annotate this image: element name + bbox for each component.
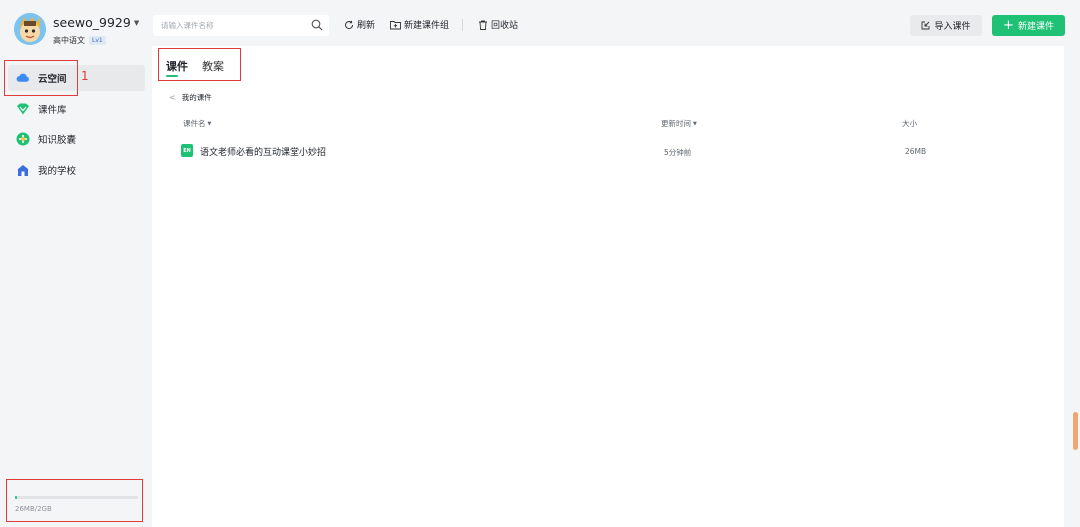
refresh-label: 刷新 [357,21,376,31]
avatar[interactable] [14,13,46,45]
new-courseware-button[interactable]: + 新建课件 [992,15,1065,36]
recycle-label: 回收站 [491,21,519,31]
user-subject: 高中语文 Lv1 [53,35,106,46]
sort-down-icon[interactable]: ▼ [693,121,697,127]
tab-lesson-plan[interactable]: 教案 [202,58,224,74]
knowledge-capsule-icon [16,132,30,146]
chevron-left-icon[interactable]: < [169,93,176,102]
sidebar-item-cloud-space[interactable]: 云空间 [8,65,145,91]
import-label: 导入课件 [934,22,971,32]
file-name[interactable]: 语文老师必看的互动课堂小妙招 [200,145,326,158]
sidebar-item-courseware-library[interactable]: 课件库 [8,96,145,122]
search-icon[interactable] [311,19,323,31]
import-courseware-button[interactable]: 导入课件 [910,15,982,36]
user-profile[interactable]: seewo_9929 ▼ 高中语文 Lv1 [14,13,150,49]
sidebar-nav: 云空间 课件库 知识胶囊 我的学校 [8,65,145,187]
new-courseware-group-button[interactable]: 新建课件组 [390,18,449,31]
sidebar-item-knowledge-capsule[interactable]: 知识胶囊 [8,126,145,152]
sidebar: seewo_9929▼ 高中语文Lv1 云空间 课件库 知识胶囊 我的学校 [0,0,152,527]
level-badge: Lv1 [89,36,106,45]
sidebar-item-label: 知识胶囊 [38,135,77,146]
username[interactable]: seewo_9929 ▼ [53,15,139,30]
sidebar-item-my-school[interactable]: 我的学校 [8,157,145,183]
plus-icon: + [1003,18,1014,33]
table-row[interactable]: EN 语文老师必看的互动课堂小妙招 5分钟前 26MB [152,141,1064,161]
search-input[interactable] [153,15,303,36]
storage-text: 26MB/2GB [15,505,52,513]
sort-down-icon[interactable]: ▼ [208,121,212,127]
search-box [153,15,329,36]
new-group-label: 新建课件组 [404,21,450,31]
chevron-down-icon[interactable]: ▼ [134,19,139,27]
updated-time: 5分钟前 [664,148,692,157]
storage-progress-bar [15,496,138,499]
storage-progress-fill [15,496,18,499]
file-size: 26MB [905,147,927,156]
annotation-number: 1 [81,69,89,83]
tab-bar: 课件 教案 [166,58,238,77]
recycle-bin-button[interactable]: 回收站 [478,18,518,31]
breadcrumb-item[interactable]: 我的课件 [182,92,212,103]
storage-usage: 26MB/2GB [15,496,138,513]
cloud-icon [16,71,30,85]
courseware-file-icon: EN [181,144,193,157]
scrollbar-thumb[interactable] [1073,412,1078,450]
sidebar-item-label: 课件库 [38,104,67,116]
import-icon [922,21,930,30]
toolbar: 刷新 新建课件组 回收站 导入课件 + 新建课件 [152,0,1080,46]
school-icon [16,163,30,177]
column-header-name[interactable]: 课件名 ▼ [183,118,211,129]
column-header-updated[interactable]: 更新时间 ▼ [661,118,697,129]
refresh-button[interactable]: 刷新 [344,18,375,31]
new-courseware-label: 新建课件 [1017,22,1054,32]
courseware-library-icon [16,102,30,116]
refresh-icon [345,20,354,29]
tab-courseware[interactable]: 课件 [166,58,188,77]
sidebar-item-label: 我的学校 [38,165,77,177]
folder-plus-icon [390,20,401,29]
breadcrumb: < 我的课件 [169,92,212,103]
sidebar-item-label: 云空间 [38,74,67,85]
column-header-size: 大小 [902,119,917,128]
trash-icon [479,20,487,30]
toolbar-divider [462,19,463,31]
main-panel: 课件 教案 < 我的课件 课件名 ▼ 更新时间 ▼ 大小 EN 语文老师必看的互动课… [152,46,1064,527]
